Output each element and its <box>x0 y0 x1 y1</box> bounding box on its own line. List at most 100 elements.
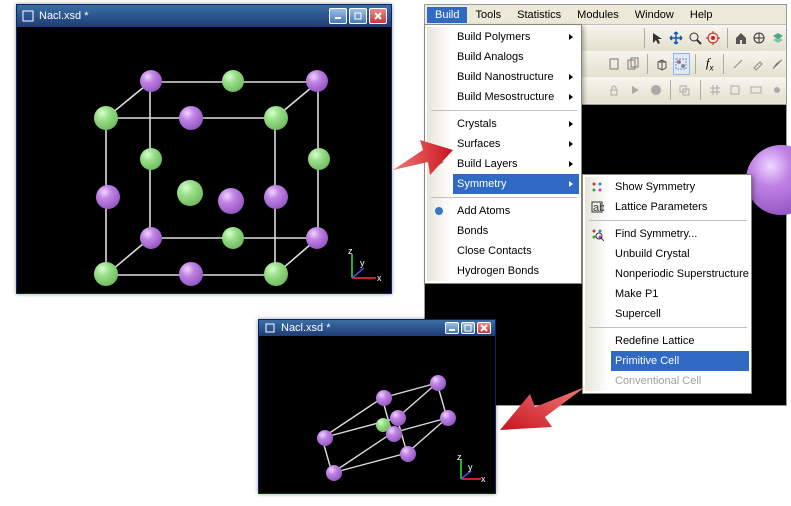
home-icon[interactable] <box>732 27 749 49</box>
play-icon[interactable] <box>626 79 645 101</box>
atom-cl <box>306 227 328 249</box>
select-box-icon[interactable] <box>673 53 691 75</box>
mi-crystals[interactable]: Crystals <box>453 114 579 134</box>
menu-separator <box>589 327 747 328</box>
atom-cl <box>326 465 342 481</box>
doc-icon <box>263 321 277 335</box>
svg-text:z: z <box>457 454 462 462</box>
layers-icon <box>431 156 447 172</box>
atom-cl <box>430 375 446 391</box>
rect-icon[interactable] <box>747 79 766 101</box>
atom-fragment <box>746 145 791 215</box>
doc-icon <box>21 9 35 23</box>
mi-hydrogen-bonds[interactable]: Hydrogen Bonds <box>453 261 579 281</box>
atom-na <box>222 70 244 92</box>
menu-tools[interactable]: Tools <box>467 7 509 23</box>
menu-build[interactable]: Build <box>427 7 467 23</box>
maximize-button[interactable] <box>349 8 367 24</box>
svg-text:x: x <box>377 273 382 283</box>
atom-na <box>308 148 330 170</box>
window-nacl-primitive: Nacl.xsd * x z y <box>258 319 496 494</box>
atom-cl <box>96 185 120 209</box>
cube-icon[interactable] <box>653 53 671 75</box>
mi-build-analogs[interactable]: Build Analogs <box>453 47 579 67</box>
gear-icon[interactable] <box>767 79 786 101</box>
menu-separator <box>431 197 577 198</box>
atom-cl <box>306 70 328 92</box>
atom-na <box>264 106 288 130</box>
mi-build-polymers[interactable]: Build Polymers <box>453 27 579 47</box>
mi-supercell[interactable]: Supercell <box>611 304 749 324</box>
menu-separator <box>589 220 747 221</box>
svg-text:abc: abc <box>593 202 604 214</box>
lock-icon[interactable] <box>605 79 624 101</box>
page-icon[interactable] <box>605 53 623 75</box>
lattice-icon: abc <box>589 199 605 215</box>
atom-cl <box>440 410 456 426</box>
mi-add-atoms[interactable]: Add Atoms <box>453 201 579 221</box>
mi-build-mesostructure[interactable]: Build Mesostructure <box>453 87 579 107</box>
axis-gizmo: x z y <box>346 248 382 284</box>
minimize-button[interactable] <box>445 322 459 334</box>
atom-na <box>140 148 162 170</box>
mi-nonperiodic-superstructure[interactable]: Nonperiodic Superstructure <box>611 264 749 284</box>
titlebar[interactable]: Nacl.xsd * <box>259 320 495 336</box>
atom-na <box>177 180 203 206</box>
mi-unbuild-crystal[interactable]: Unbuild Crystal <box>611 244 749 264</box>
atom-cl <box>218 188 244 214</box>
symmetry-submenu: Show Symmetry abcLattice Parameters Find… <box>582 174 752 394</box>
close-button[interactable] <box>369 8 387 24</box>
mi-redefine-lattice[interactable]: Redefine Lattice <box>611 331 749 351</box>
mi-build-layers[interactable]: Build Layers <box>453 154 579 174</box>
toolbar-separator <box>723 54 724 74</box>
crosshair-icon[interactable] <box>751 27 768 49</box>
svg-text:y: y <box>360 258 365 268</box>
atom-cl <box>140 227 162 249</box>
axis-gizmo: x z y <box>456 454 486 484</box>
mi-primitive-cell[interactable]: Primitive Cell <box>611 351 749 371</box>
menu-modules[interactable]: Modules <box>569 7 627 23</box>
zoom-icon[interactable] <box>687 27 704 49</box>
mi-make-p1[interactable]: Make P1 <box>611 284 749 304</box>
menu-statistics[interactable]: Statistics <box>509 7 569 23</box>
viewport-3d[interactable]: x z y <box>262 338 492 490</box>
menu-help[interactable]: Help <box>682 7 721 23</box>
atom-na <box>94 262 118 286</box>
wand-icon[interactable] <box>729 53 747 75</box>
fx-icon[interactable]: fx <box>701 53 719 75</box>
menubar: Build Tools Statistics Modules Window He… <box>425 5 786 25</box>
atom-icon <box>431 203 447 219</box>
page2-icon[interactable] <box>625 53 643 75</box>
menu-window[interactable]: Window <box>627 7 682 23</box>
mi-show-symmetry[interactable]: Show Symmetry <box>611 177 749 197</box>
atom-cl <box>317 430 333 446</box>
close-button[interactable] <box>477 322 491 334</box>
mi-symmetry[interactable]: Symmetry <box>453 174 579 194</box>
mi-conventional-cell: Conventional Cell <box>611 371 749 391</box>
menu-separator <box>431 110 577 111</box>
grid-icon[interactable] <box>705 79 724 101</box>
mi-find-symmetry[interactable]: Find Symmetry... <box>611 224 749 244</box>
pointer-icon[interactable] <box>650 27 667 49</box>
mi-surfaces[interactable]: Surfaces <box>453 134 579 154</box>
atom-na <box>94 106 118 130</box>
dropper-icon[interactable] <box>749 53 767 75</box>
square-icon[interactable] <box>726 79 745 101</box>
brush-icon[interactable] <box>768 53 786 75</box>
target-icon[interactable] <box>705 27 722 49</box>
toolbar-separator <box>700 80 701 100</box>
move-4way-icon[interactable] <box>668 27 685 49</box>
titlebar[interactable]: Nacl.xsd * <box>17 5 391 27</box>
mi-close-contacts[interactable]: Close Contacts <box>453 241 579 261</box>
maximize-button[interactable] <box>461 322 475 334</box>
pause-icon[interactable] <box>646 79 665 101</box>
mi-bonds[interactable]: Bonds <box>453 221 579 241</box>
mi-lattice-parameters[interactable]: abcLattice Parameters <box>611 197 749 217</box>
viewport-3d[interactable]: x z y <box>20 30 388 290</box>
mi-build-nanostructure[interactable]: Build Nanostructure <box>453 67 579 87</box>
layers-tool-icon[interactable] <box>769 27 786 49</box>
atom-na <box>264 262 288 286</box>
window-title: Nacl.xsd * <box>281 322 443 334</box>
stack-icon[interactable] <box>676 79 695 101</box>
minimize-button[interactable] <box>329 8 347 24</box>
